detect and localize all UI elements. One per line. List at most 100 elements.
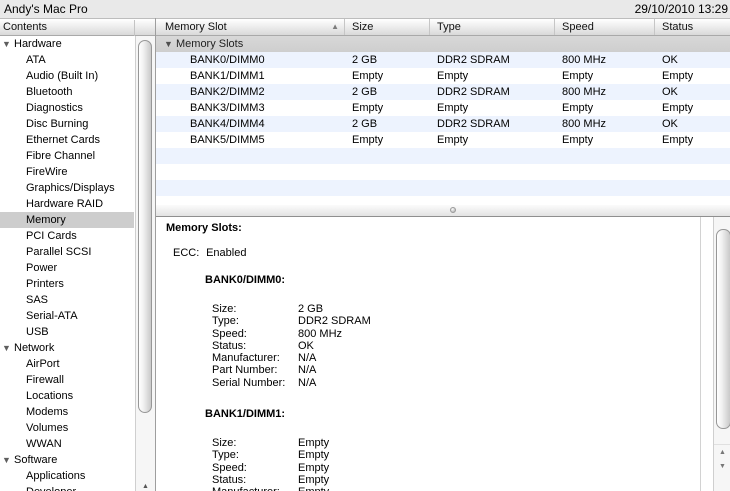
contents-header[interactable]: Contents (0, 18, 155, 36)
table-row-bank2-dimm2[interactable]: BANK2/DIMM2 2 GB DDR2 SDRAM 800 MHz OK (156, 84, 730, 100)
detail-field-value: Empty (298, 461, 330, 474)
detail-field-type: Type: Empty (212, 449, 696, 461)
table-cell: BANK1/DIMM1 (190, 70, 265, 82)
group-row-label: Memory Slots (176, 38, 244, 50)
sidebar-item-diagnostics[interactable]: Diagnostics (0, 100, 134, 116)
disclosure-triangle-icon[interactable]: ▼ (2, 36, 13, 52)
detail-field-serial-number: Serial Number: N/A (212, 377, 696, 389)
sidebar-item-bluetooth[interactable]: Bluetooth (0, 84, 134, 100)
column-header-type[interactable]: Type (430, 19, 555, 35)
table-row-bank0-dimm0[interactable]: BANK0/DIMM0 2 GB DDR2 SDRAM 800 MHz OK (156, 52, 730, 68)
column-header-memory-slot[interactable]: Memory Slot ▲ (156, 19, 345, 35)
table-cell-empty (345, 164, 430, 180)
sidebar-item-airport[interactable]: AirPort (0, 356, 134, 372)
bank-name: BANK0/DIMM0: (205, 274, 286, 286)
table-cell: 2 GB (352, 86, 378, 98)
sidebar-item-applications[interactable]: Applications (0, 468, 134, 484)
details-title: Memory Slots: (166, 222, 242, 234)
sidebar-item-label: WWAN (26, 438, 62, 450)
column-header-speed[interactable]: Speed (555, 19, 655, 35)
detail-field-value: N/A (298, 376, 317, 389)
sidebar-scrollbar[interactable]: ▲ ▼ (135, 36, 155, 491)
sidebar-item-hardware-raid[interactable]: Hardware RAID (0, 196, 134, 212)
detail-field-value: N/A (298, 352, 317, 365)
sidebar-item-disc-burning[interactable]: Disc Burning (0, 116, 134, 132)
sidebar-item-usb[interactable]: USB (0, 324, 134, 340)
group-disclosure-triangle-icon[interactable]: ▼ (164, 36, 173, 52)
table-cell: BANK0/DIMM0 (190, 54, 265, 66)
detail-field-speed: Speed: Empty (212, 462, 696, 474)
sidebar-item-wwan[interactable]: WWAN (0, 436, 134, 452)
detail-field-label: Serial Number: (212, 376, 286, 389)
sidebar-item-memory[interactable]: Memory (0, 212, 134, 228)
table-row-bank1-dimm1[interactable]: BANK1/DIMM1 Empty Empty Empty Empty (156, 68, 730, 84)
sidebar-item-modems[interactable]: Modems (0, 404, 134, 420)
details-scrollbar-thumb[interactable] (716, 229, 730, 429)
report-datetime: 29/10/2010 13:29 (634, 2, 728, 16)
sidebar-item-serial-ata[interactable]: Serial-ATA (0, 308, 134, 324)
sidebar-item-firewire[interactable]: FireWire (0, 164, 134, 180)
details-scroll-down-icon[interactable]: ▼ (714, 459, 730, 474)
disclosure-triangle-icon[interactable]: ▼ (2, 340, 13, 356)
detail-field-manufacturer: Manufacturer: N/A (212, 352, 696, 364)
sidebar-item-label: Diagnostics (26, 102, 83, 114)
sidebar-item-graphics-displays[interactable]: Graphics/Displays (0, 180, 134, 196)
sidebar-scroll-up-icon[interactable]: ▲ (136, 480, 155, 491)
sidebar-item-locations[interactable]: Locations (0, 388, 134, 404)
bank-name: BANK1/DIMM1: (205, 408, 286, 421)
sidebar-item-parallel-scsi[interactable]: Parallel SCSI (0, 244, 134, 260)
table-cell: 800 MHz (562, 118, 607, 130)
sidebar-section-software[interactable]: ▼ Software (0, 452, 134, 468)
table-cell-empty (430, 148, 555, 164)
table-cell: Empty (562, 70, 594, 82)
detail-field-value: N/A (298, 364, 317, 377)
sidebar-item-power[interactable]: Power (0, 260, 134, 276)
table-cell: Empty (662, 70, 694, 82)
sidebar-item-sas[interactable]: SAS (0, 292, 134, 308)
column-header-label: Memory Slot (165, 21, 227, 33)
pane-splitter[interactable] (156, 205, 730, 216)
detail-field-label: Size: (212, 437, 237, 450)
sidebar-item-ata[interactable]: ATA (0, 52, 134, 68)
table-row-bank3-dimm3[interactable]: BANK3/DIMM3 Empty Empty Empty Empty (156, 100, 730, 116)
table-cell: Empty (437, 70, 469, 82)
sidebar-item-audio-built-in[interactable]: Audio (Built In) (0, 68, 134, 84)
sidebar-item-ethernet-cards[interactable]: Ethernet Cards (0, 132, 134, 148)
detail-field-status: Status: OK (212, 340, 696, 352)
table-cell: Empty (662, 134, 694, 146)
sidebar-item-label: Hardware RAID (26, 198, 104, 210)
detail-field-label: Type: (212, 449, 239, 462)
detail-field-speed: Speed: 800 MHz (212, 328, 696, 340)
sidebar-item-pci-cards[interactable]: PCI Cards (0, 228, 134, 244)
sidebar-item-firewall[interactable]: Firewall (0, 372, 134, 388)
table-cell: OK (662, 118, 678, 130)
sidebar-item-label: Serial-ATA (26, 310, 78, 322)
table-cell: Empty (352, 70, 384, 82)
details-scroll-up-icon[interactable]: ▲ (714, 444, 730, 459)
sidebar-item-label: Disc Burning (26, 118, 89, 130)
column-header-status[interactable]: Status (655, 19, 730, 35)
sidebar-item-developer[interactable]: Developer (0, 484, 134, 491)
detail-field-label: Status: (212, 339, 247, 352)
memory-slots-group-row[interactable]: ▼ Memory Slots (156, 36, 730, 52)
column-header-size[interactable]: Size (345, 19, 430, 35)
sidebar-scrollbar-thumb[interactable] (138, 40, 152, 413)
disclosure-triangle-icon[interactable]: ▼ (2, 452, 13, 468)
sidebar-section-hardware[interactable]: ▼ Hardware (0, 36, 134, 52)
sidebar-item-label: Firewall (26, 374, 64, 386)
sidebar-item-label: ATA (26, 54, 46, 66)
detail-field-value: Empty (298, 486, 329, 491)
sidebar-item-label: Locations (26, 390, 74, 402)
sidebar-section-network[interactable]: ▼ Network (0, 340, 134, 356)
details-scrollbar[interactable]: ▲ ▼ (713, 217, 730, 491)
detail-field-value: Empty (298, 449, 330, 462)
details-pane: Memory Slots: ECC: Enabled BANK0/DIMM0: S… (156, 216, 730, 491)
sidebar-item-label: Memory (26, 214, 66, 226)
detail-field-size: Size: 2 GB (212, 303, 696, 315)
table-cell-empty (655, 180, 730, 196)
table-row-bank5-dimm5[interactable]: BANK5/DIMM5 Empty Empty Empty Empty (156, 132, 730, 148)
sidebar-item-volumes[interactable]: Volumes (0, 420, 134, 436)
table-row-bank4-dimm4[interactable]: BANK4/DIMM4 2 GB DDR2 SDRAM 800 MHz OK (156, 116, 730, 132)
sidebar-item-fibre-channel[interactable]: Fibre Channel (0, 148, 134, 164)
sidebar-item-printers[interactable]: Printers (0, 276, 134, 292)
